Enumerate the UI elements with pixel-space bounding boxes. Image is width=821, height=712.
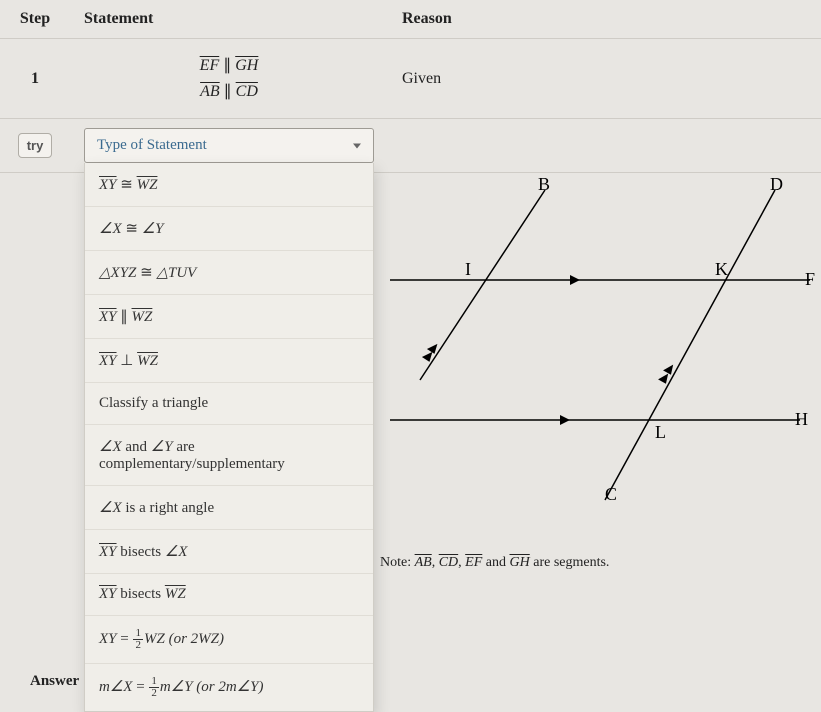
answer-label: Answer (30, 673, 79, 689)
proof-table: Step Statement Reason 1 EF ∥ GH AB ∥ CD … (0, 0, 821, 173)
label-h: H (795, 409, 808, 429)
menu-item-perpendicular[interactable]: XY ⊥ WZ (85, 339, 373, 383)
menu-item-parallel[interactable]: XY ∥ WZ (85, 295, 373, 339)
geometry-diagram: B D F H I K L C (380, 160, 820, 510)
label-f: F (805, 269, 815, 289)
header-statement: Statement (70, 0, 388, 39)
menu-item-half-segment[interactable]: XY = 12WZ (or 2WZ) (85, 616, 373, 664)
label-b: B (538, 174, 550, 194)
menu-item-congruent-triangles[interactable]: △XYZ ≅ △TUV (85, 251, 373, 295)
diagram-note: Note: AB, CD, EF and GH are segments. (380, 555, 609, 571)
label-d: D (770, 174, 783, 194)
chevron-down-icon (353, 143, 361, 148)
menu-item-classify-triangle[interactable]: Classify a triangle (85, 383, 373, 425)
statement-cell: EF ∥ GH AB ∥ CD (70, 39, 388, 119)
seg-cd: CD (236, 83, 258, 100)
menu-item-congruent-segments[interactable]: XY ≅ WZ (85, 163, 373, 207)
label-k: K (715, 259, 728, 279)
menu-item-complementary[interactable]: ∠X and ∠Y are complementary/supplementar… (85, 425, 373, 486)
dropdown-menu: XY ≅ WZ ∠X ≅ ∠Y △XYZ ≅ △TUV XY ∥ WZ XY ⊥ (84, 163, 374, 712)
statement-type-dropdown[interactable]: Type of Statement (84, 128, 374, 163)
seg-gh: GH (235, 57, 258, 74)
label-c: C (605, 484, 617, 504)
menu-item-half-angle[interactable]: m∠X = 12m∠Y (or 2m∠Y) (85, 664, 373, 711)
menu-item-right-angle[interactable]: ∠X is a right angle (85, 486, 373, 530)
proof-row-1: 1 EF ∥ GH AB ∥ CD Given (0, 39, 821, 119)
menu-item-congruent-angles[interactable]: ∠X ≅ ∠Y (85, 207, 373, 251)
step-number: 1 (0, 39, 70, 119)
header-step: Step (0, 0, 70, 39)
try-button[interactable]: try (18, 133, 53, 158)
label-l: L (655, 422, 666, 442)
reason-cell: Given (388, 39, 821, 119)
dropdown-label: Type of Statement (97, 137, 207, 153)
label-i: I (465, 259, 471, 279)
menu-item-bisects-angle[interactable]: XY bisects ∠X (85, 530, 373, 574)
menu-item-bisects-segment[interactable]: XY bisects WZ (85, 574, 373, 616)
seg-ef: EF (200, 57, 220, 74)
seg-ab: AB (200, 83, 220, 100)
header-reason: Reason (388, 0, 821, 39)
